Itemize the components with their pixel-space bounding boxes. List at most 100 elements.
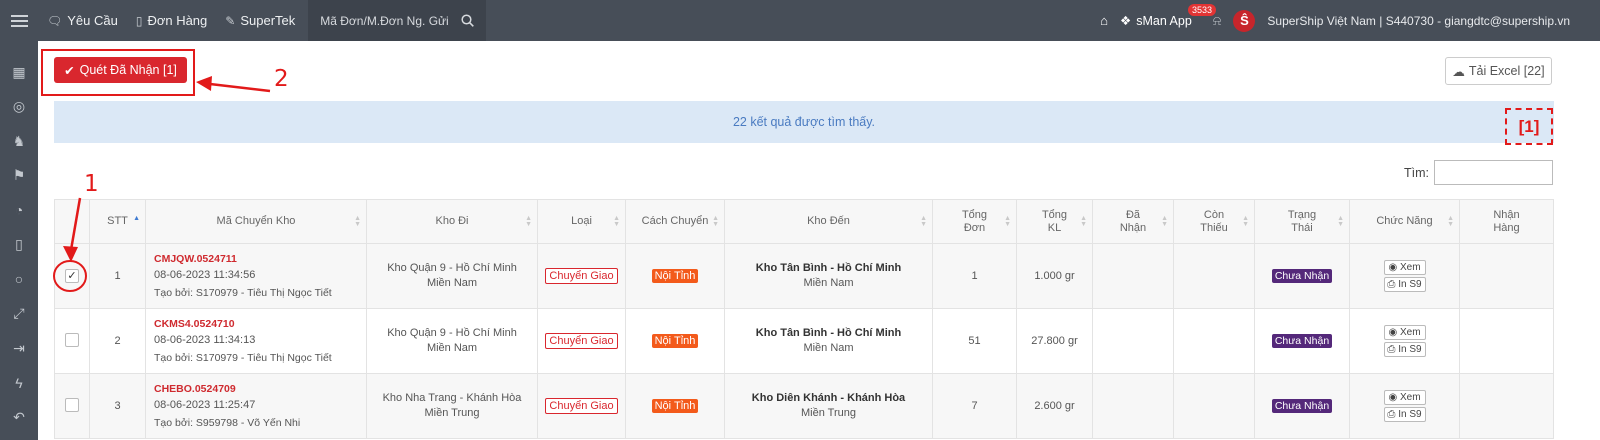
table-search-input[interactable] — [1434, 160, 1553, 185]
row-checkbox[interactable] — [65, 332, 79, 347]
total-orders: 51 — [932, 308, 1017, 374]
from-region: Miền Nam — [426, 342, 478, 354]
view-button[interactable]: ◉ Xem — [1383, 260, 1426, 275]
transfer-table: STT ▲ Mã Chuyển Kho ▲ ▼ Kho Đi ▲ ▼ Loại ▲ ▼ Các… — [54, 199, 1554, 439]
transfer-code-link[interactable]: CMJQW.0524711 — [154, 253, 237, 265]
print-button[interactable]: ⎙ In S9 — [1383, 407, 1426, 422]
reply-icon[interactable]: ↶ — [0, 400, 38, 435]
download-excel-button[interactable]: ☁ Tải Excel [22] — [1445, 57, 1552, 85]
bell-icon[interactable]: ⍾ — [1213, 13, 1222, 29]
menu-toggle-button[interactable] — [0, 0, 38, 41]
search-icon[interactable] — [461, 14, 474, 27]
row-stt: 2 — [89, 308, 146, 374]
created-by: Tạo bởi: S959798 - Võ Yến Nhi — [154, 417, 301, 429]
column-header-missing[interactable]: Còn Thiếu ▲ ▼ — [1173, 199, 1255, 244]
total-orders: 7 — [932, 373, 1017, 439]
transfer-datetime: 08-06-2023 11:34:13 — [154, 334, 256, 346]
view-button[interactable]: ◉ Xem — [1383, 325, 1426, 340]
hamburger-icon — [10, 19, 28, 22]
status-badge: Chưa Nhận — [1271, 269, 1333, 283]
route-badge: Nội Tỉnh — [651, 334, 699, 348]
nav-item-supertek[interactable]: ✎ SuperTek — [216, 0, 304, 41]
from-region: Miền Trung — [424, 407, 480, 419]
account-info[interactable]: SuperShip Việt Nam | S440730 - giangdtc@… — [1267, 14, 1570, 28]
order-search[interactable]: Mã Đơn/M.Đơn Ng. Gửi — [308, 0, 486, 41]
column-header-total-orders[interactable]: Tổng Đơn ▲ ▼ — [932, 199, 1017, 244]
column-header-received[interactable]: Đã Nhận ▲ ▼ — [1092, 199, 1174, 244]
annotation-step-1: 1 — [84, 171, 99, 197]
row-checkbox[interactable]: ✓ — [65, 269, 79, 283]
received-count — [1092, 373, 1174, 439]
expand-icon[interactable]: ⤢ — [0, 297, 38, 332]
to-region: Miền Nam — [803, 342, 854, 354]
receive-cell — [1459, 308, 1554, 374]
bolt-icon[interactable]: ϟ — [0, 366, 38, 401]
sort-icon: ▲ ▼ — [712, 215, 719, 228]
transfer-code-link[interactable]: CHEBO.0524709 — [154, 383, 236, 395]
sidebar: ▦ ◎ ♞ ⚑ ◔ ▯ ○ ⤢ ⇥ ϟ ↶ — [0, 41, 38, 440]
missing-count — [1173, 243, 1255, 309]
nav-item-label: SuperTek — [240, 13, 296, 28]
column-header-type[interactable]: Loại ▲ ▼ — [537, 199, 626, 244]
missing-count — [1173, 373, 1255, 439]
table-search-label: Tìm: — [1404, 166, 1429, 180]
chess-knight-icon[interactable]: ♞ — [0, 124, 38, 159]
download-excel-label: Tải Excel [22] — [1468, 64, 1545, 78]
to-region: Miền Nam — [803, 277, 854, 289]
print-button[interactable]: ⎙ In S9 — [1383, 277, 1426, 292]
main-content: ✔ Quét Đã Nhận [1] ☁ Tải Excel [22] 22 k… — [38, 41, 1600, 440]
flag-icon[interactable]: ⚑ — [0, 159, 38, 194]
sort-icon: ▲ ▼ — [1447, 215, 1454, 228]
to-warehouse: Kho Tân Bình - Hồ Chí Minh — [755, 327, 902, 339]
view-button[interactable]: ◉ Xem — [1383, 390, 1426, 405]
total-weight: 1.000 gr — [1016, 243, 1093, 309]
eye-icon: ◉ — [1388, 392, 1398, 403]
column-header-actions[interactable]: Chức Năng ▲ ▼ — [1349, 199, 1460, 244]
created-by: Tạo bởi: S170979 - Tiêu Thị Ngọc Tiết — [154, 352, 332, 364]
sort-icon: ▲ ▼ — [1337, 215, 1344, 228]
nav-item-orders[interactable]: ▯ Đơn Hàng — [127, 0, 216, 41]
palette-icon[interactable]: ◔ — [0, 193, 38, 228]
type-badge: Chuyển Giao — [545, 268, 618, 284]
print-button[interactable]: ⎙ In S9 — [1383, 342, 1426, 357]
column-header-transfer-method[interactable]: Cách Chuyển ▲ ▼ — [625, 199, 725, 244]
row-checkbox[interactable] — [65, 397, 79, 412]
annotation-step-2: 2 — [274, 66, 289, 92]
total-weight: 2.600 gr — [1016, 373, 1093, 439]
home-icon[interactable]: ⌂ — [1100, 13, 1108, 28]
status-badge: Chưa Nhận — [1271, 334, 1333, 348]
sort-icon: ▲ ▼ — [1161, 215, 1168, 228]
transfer-code-link[interactable]: CKMS4.0524710 — [154, 318, 235, 330]
bulb-icon[interactable]: ○ — [0, 262, 38, 297]
sign-in-icon[interactable]: ⇥ — [0, 331, 38, 366]
row-stt: 1 — [89, 243, 146, 309]
compass-icon[interactable]: ◎ — [0, 90, 38, 125]
column-header-status[interactable]: Trạng Thái ▲ ▼ — [1254, 199, 1350, 244]
receive-cell — [1459, 243, 1554, 309]
column-header-to-warehouse[interactable]: Kho Đến ▲ ▼ — [724, 199, 933, 244]
column-header-stt[interactable]: STT ▲ — [89, 199, 146, 244]
table-row: ✓ 1 CMJQW.0524711 08-06-2023 11:34:56 Tạ… — [54, 243, 1554, 309]
eye-icon: ◉ — [1388, 327, 1398, 338]
column-header-transfer-code[interactable]: Mã Chuyển Kho ▲ ▼ — [145, 199, 367, 244]
print-icon: ⎙ — [1387, 279, 1396, 290]
sman-app-label: sMan App — [1136, 13, 1192, 28]
nav-item-label: Yêu Cầu — [67, 13, 118, 28]
sort-icon: ▲ ▼ — [920, 215, 927, 228]
chat-icon: 🗨 — [47, 13, 63, 28]
result-count-text: 22 kết quả được tìm thấy. — [732, 115, 876, 129]
grid-icon[interactable]: ▦ — [0, 55, 38, 90]
from-warehouse: Kho Quận 9 - Hồ Chí Minh — [387, 327, 517, 339]
status-badge: Chưa Nhận — [1271, 399, 1333, 413]
to-region: Miền Trung — [800, 407, 857, 419]
sort-icon: ▲ ▼ — [1080, 215, 1087, 228]
nav-item-requests[interactable]: 🗨 Yêu Cầu — [38, 0, 127, 41]
sort-icon: ▲ ▼ — [525, 215, 532, 228]
column-header-receive[interactable]: Nhận Hàng — [1459, 199, 1554, 244]
column-header-total-weight[interactable]: Tổng KL ▲ ▼ — [1016, 199, 1093, 244]
type-badge: Chuyển Giao — [545, 398, 618, 414]
result-count-banner: 22 kết quả được tìm thấy. — [54, 101, 1554, 143]
column-header-from-warehouse[interactable]: Kho Đi ▲ ▼ — [366, 199, 538, 244]
sman-app-link[interactable]: ❖ sMan App 3533 ⍾ — [1120, 3, 1222, 29]
book-icon[interactable]: ▯ — [0, 228, 38, 263]
